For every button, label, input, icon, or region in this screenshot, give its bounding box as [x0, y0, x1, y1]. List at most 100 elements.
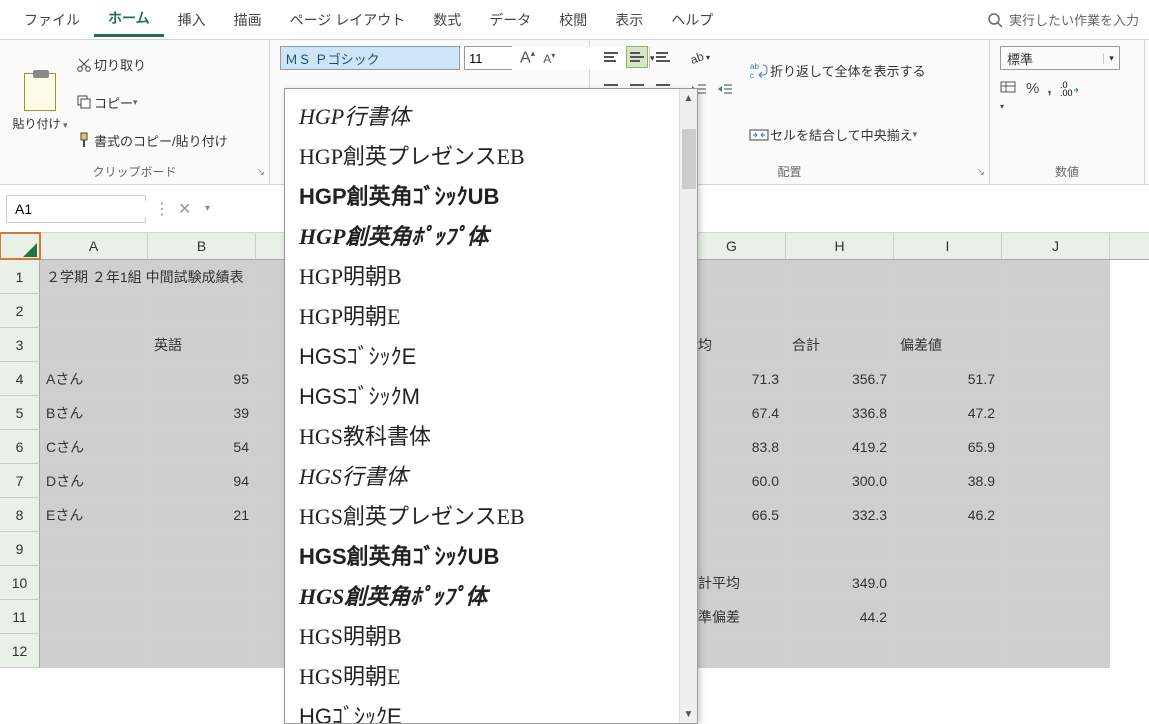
cell-I5[interactable]: 47.2 [894, 396, 1002, 430]
cell-B6[interactable]: 54 [148, 430, 256, 464]
align-top-button[interactable] [600, 46, 622, 68]
menu-formulas[interactable]: 数式 [419, 4, 475, 36]
cell-H10[interactable]: 349.0 [786, 566, 894, 600]
font-option-9[interactable]: HGS行書体 [285, 455, 679, 495]
cell-I9[interactable] [894, 532, 1002, 566]
cut-button[interactable]: 切り取り [76, 53, 228, 76]
font-option-14[interactable]: HGS明朝E [285, 655, 679, 695]
cancel-icon[interactable]: ✕ [178, 199, 191, 219]
cell-A9[interactable] [40, 532, 148, 566]
cell-I10[interactable] [894, 566, 1002, 600]
cell-J8[interactable] [1002, 498, 1110, 532]
row-header-4[interactable]: 4 [0, 362, 40, 396]
alignment-dialog-launcher[interactable]: ↘ [977, 167, 985, 178]
font-option-5[interactable]: HGP明朝E [285, 295, 679, 335]
cell-H6[interactable]: 419.2 [786, 430, 894, 464]
number-format-dropdown-button[interactable]: ▾ [1103, 53, 1119, 64]
cell-B3[interactable]: 英語 [148, 328, 256, 362]
font-option-6[interactable]: HGSｺﾞｼｯｸE [285, 335, 679, 375]
merge-center-button[interactable]: セルを結合して中央揃え ▾ [748, 125, 926, 144]
row-header-9[interactable]: 9 [0, 532, 40, 566]
menu-page-layout[interactable]: ページ レイアウト [276, 4, 420, 36]
font-dropdown-list[interactable]: HGP行書体HGP創英プレゼンスEBHGP創英角ｺﾞｼｯｸUBHGP創英角ﾎﾟｯ… [284, 88, 698, 724]
cell-I8[interactable]: 46.2 [894, 498, 1002, 532]
font-option-2[interactable]: HGP創英角ｺﾞｼｯｸUB [285, 175, 679, 215]
font-name-input[interactable] [281, 47, 465, 69]
row-header-2[interactable]: 2 [0, 294, 40, 328]
paste-button[interactable]: 貼り付け [10, 46, 70, 159]
wrap-text-button[interactable]: abc 折り返して全体を表示する [748, 61, 926, 80]
font-option-7[interactable]: HGSｺﾞｼｯｸM [285, 375, 679, 415]
cell-J2[interactable] [1002, 294, 1110, 328]
font-option-1[interactable]: HGP創英プレゼンスEB [285, 135, 679, 175]
cell-H4[interactable]: 356.7 [786, 362, 894, 396]
cell-B11[interactable] [148, 600, 256, 634]
align-bottom-button[interactable] [652, 46, 674, 68]
cell-B7[interactable]: 94 [148, 464, 256, 498]
cell-H9[interactable] [786, 532, 894, 566]
cell-J1[interactable] [1002, 260, 1110, 294]
cell-A11[interactable] [40, 600, 148, 634]
grow-font-button[interactable]: A▴ [520, 48, 535, 67]
cell-H2[interactable] [786, 294, 894, 328]
name-box[interactable]: ▾ [6, 195, 146, 223]
cell-I3[interactable]: 偏差値 [894, 328, 1002, 362]
tell-me-search[interactable]: 実行したい作業を入力 [987, 10, 1139, 29]
cell-I2[interactable] [894, 294, 1002, 328]
cell-H1[interactable] [786, 260, 894, 294]
cell-J12[interactable] [1002, 634, 1110, 668]
number-format-combo[interactable]: 標準 ▾ [1000, 46, 1120, 70]
font-size-combo[interactable]: ▾ [464, 46, 512, 70]
cell-I7[interactable]: 38.9 [894, 464, 1002, 498]
cell-A8[interactable]: Eさん [40, 498, 148, 532]
cell-A6[interactable]: Cさん [40, 430, 148, 464]
cell-J7[interactable] [1002, 464, 1110, 498]
cell-A1[interactable]: ２学期 ２年1組 中間試験成績表 [40, 260, 148, 294]
font-option-11[interactable]: HGS創英角ｺﾞｼｯｸUB [285, 535, 679, 575]
cell-I11[interactable] [894, 600, 1002, 634]
menu-home[interactable]: ホーム [94, 2, 164, 37]
copy-button[interactable]: コピー ▾ [76, 91, 228, 114]
menu-draw[interactable]: 描画 [220, 4, 276, 36]
cell-I4[interactable]: 51.7 [894, 362, 1002, 396]
font-option-0[interactable]: HGP行書体 [285, 95, 679, 135]
scroll-down-icon[interactable]: ▼ [680, 705, 697, 723]
col-header-H[interactable]: H [786, 233, 894, 259]
cell-J11[interactable] [1002, 600, 1110, 634]
align-middle-button[interactable] [626, 46, 648, 68]
cell-A3[interactable] [40, 328, 148, 362]
cell-A5[interactable]: Bさん [40, 396, 148, 430]
row-header-8[interactable]: 8 [0, 498, 40, 532]
format-painter-button[interactable]: 書式のコピー/貼り付け [76, 129, 228, 152]
cell-H7[interactable]: 300.0 [786, 464, 894, 498]
increase-indent-button[interactable] [714, 78, 736, 100]
row-header-7[interactable]: 7 [0, 464, 40, 498]
menu-insert[interactable]: 挿入 [164, 4, 220, 36]
cell-A2[interactable] [40, 294, 148, 328]
dropdown-scrollbar[interactable]: ▲ ▼ [679, 89, 697, 723]
row-header-12[interactable]: 12 [0, 634, 40, 668]
cell-J9[interactable] [1002, 532, 1110, 566]
cell-H5[interactable]: 336.8 [786, 396, 894, 430]
cell-A12[interactable] [40, 634, 148, 668]
menu-file[interactable]: ファイル [10, 4, 94, 36]
col-header-A[interactable]: A [40, 233, 148, 259]
font-option-4[interactable]: HGP明朝B [285, 255, 679, 295]
cell-H11[interactable]: 44.2 [786, 600, 894, 634]
menu-view[interactable]: 表示 [601, 4, 657, 36]
scroll-thumb[interactable] [682, 129, 696, 189]
cell-H8[interactable]: 332.3 [786, 498, 894, 532]
name-box-dropdown[interactable]: ▾ [204, 203, 210, 214]
font-option-12[interactable]: HGS創英角ﾎﾟｯﾌﾟ体 [285, 575, 679, 615]
accounting-format-button[interactable]: ▾ [1000, 80, 1018, 113]
cell-B4[interactable]: 95 [148, 362, 256, 396]
cell-J10[interactable] [1002, 566, 1110, 600]
cell-B9[interactable] [148, 532, 256, 566]
cell-B12[interactable] [148, 634, 256, 668]
select-all-corner[interactable] [0, 233, 40, 259]
row-header-3[interactable]: 3 [0, 328, 40, 362]
cell-H3[interactable]: 合計 [786, 328, 894, 362]
row-header-5[interactable]: 5 [0, 396, 40, 430]
menu-review[interactable]: 校閲 [545, 4, 601, 36]
row-header-1[interactable]: 1 [0, 260, 40, 294]
